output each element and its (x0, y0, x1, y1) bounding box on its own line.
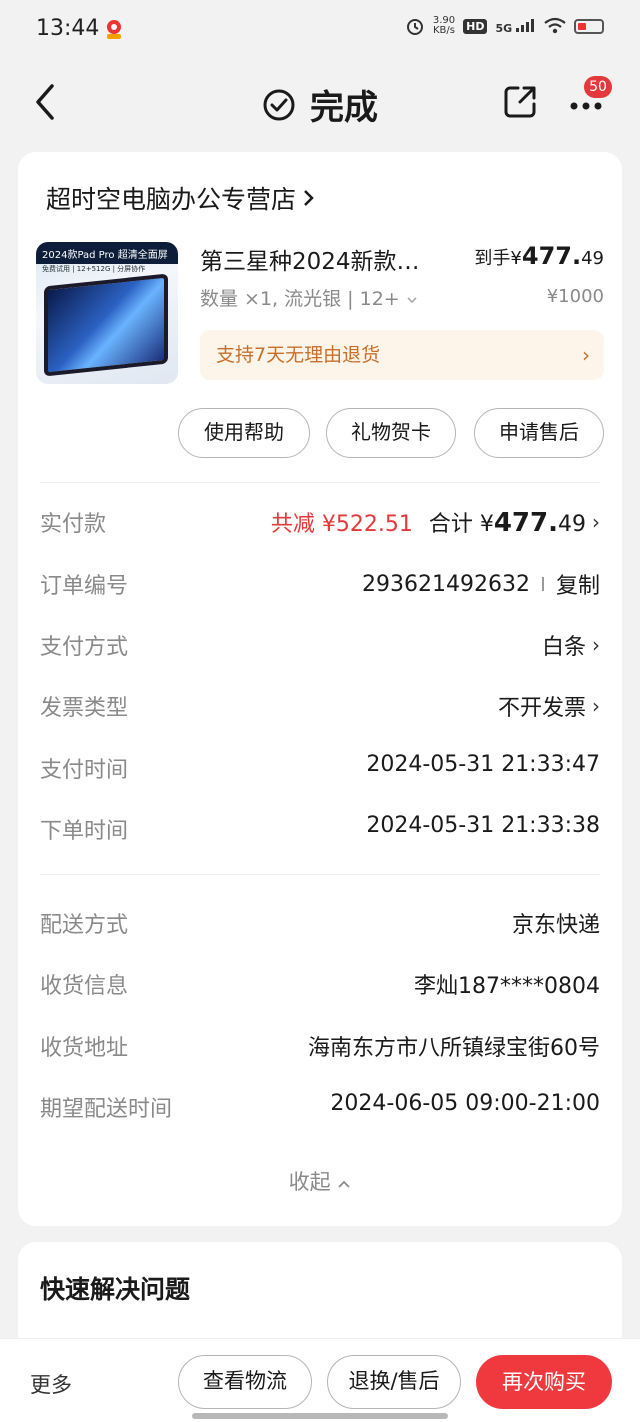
collapse-button[interactable]: 收起 (18, 1166, 622, 1196)
chevron-right-icon: › (592, 694, 600, 718)
product-spec[interactable]: 数量 ×1, 流光银 | 12+ (200, 284, 418, 311)
gift-card-button[interactable]: 礼物贺卡 (326, 408, 456, 458)
order-number: 293621492632 (362, 571, 530, 597)
total-amount: 合计 ¥477.49 (428, 508, 586, 538)
address: 海南东方市八所镇绿宝街60号 (308, 1036, 600, 1061)
receiver-info: 李灿187****0804 (414, 974, 600, 999)
page-title-text: 完成 (310, 88, 378, 128)
expected-delivery-time: 2024-06-05 09:00-21:00 (330, 1091, 600, 1116)
chevron-right-icon: › (592, 633, 600, 657)
chevron-down-icon (407, 297, 417, 304)
app-notification-icon (107, 20, 121, 39)
buy-again-button[interactable]: 再次购买 (476, 1355, 612, 1409)
delivery-method-row: 配送方式 京东快递 (40, 901, 600, 941)
product-title[interactable]: 第三星种2024新款… (200, 242, 440, 276)
quick-solve-title: 快速解决问题 (40, 1275, 191, 1304)
signal-icon: 5G (495, 18, 536, 35)
product-final-price: 到手¥477.49 (474, 242, 604, 270)
alarm-icon (406, 19, 423, 35)
address-row: 收货地址 海南东方市八所镇绿宝街60号 (40, 1024, 600, 1064)
invoice-type: 不开发票 (497, 696, 586, 721)
delivery-method: 京东快递 (511, 913, 600, 938)
help-button[interactable]: 使用帮助 (178, 408, 310, 458)
receiver-info-row: 收货信息 李灿187****0804 (40, 962, 600, 1002)
shop-name-link[interactable]: 超时空电脑办公专营店 (46, 180, 316, 216)
page-title: 完成 (0, 80, 640, 129)
after-sales-button[interactable]: 申请售后 (474, 408, 604, 458)
wifi-icon (544, 17, 566, 34)
chevron-right-icon: › (592, 510, 600, 534)
paid-amount-row[interactable]: 实付款 共减 ¥522.51 合计 ¥477.49 › (40, 500, 600, 540)
chevron-right-icon: › (582, 343, 590, 367)
share-icon[interactable] (500, 82, 540, 122)
hd-icon: HD (463, 18, 488, 34)
return-policy-banner[interactable]: 支持7天无理由退货 › (200, 330, 604, 380)
chevron-right-icon (304, 190, 314, 206)
chevron-up-icon (338, 1180, 350, 1188)
status-bar: 13:44 3.90 KB/s HD 5G (0, 0, 640, 60)
tablet-screen (44, 273, 168, 377)
order-number-row: 订单编号 293621492632 复制 (40, 562, 600, 602)
shop-name: 超时空电脑办公专营店 (46, 185, 297, 214)
separator (541, 577, 544, 591)
payment-time: 2024-05-31 21:33:47 (366, 752, 600, 777)
return-exchange-button[interactable]: 退换/售后 (327, 1355, 461, 1409)
status-time: 13:44 (36, 16, 100, 41)
message-count-badge: 50 (584, 76, 612, 98)
divider (40, 874, 600, 875)
view-logistics-button[interactable]: 查看物流 (178, 1355, 312, 1409)
discount-amount: 共减 ¥522.51 (270, 512, 413, 537)
check-circle-icon (263, 89, 295, 120)
payment-method-row[interactable]: 支付方式 白条 › (40, 623, 600, 663)
order-time-row: 下单时间 2024-05-31 21:33:38 (40, 813, 600, 844)
status-icons: 3.90 KB/s HD 5G (405, 16, 604, 36)
copy-button[interactable]: 复制 (556, 568, 600, 600)
order-card: 超时空电脑办公专营店 2024款Pad Pro 超清全面屏 免费试用 | 12+… (18, 152, 622, 1226)
battery-icon (574, 18, 604, 34)
original-price: ¥1000 (546, 286, 604, 307)
payment-method: 白条 (541, 635, 586, 660)
divider (40, 482, 600, 483)
net-speed: 3.90 KB/s (432, 15, 456, 36)
home-indicator[interactable] (192, 1413, 448, 1419)
bottom-action-bar: 更多 查看物流 退换/售后 再次购买 (0, 1338, 640, 1422)
order-time: 2024-05-31 21:33:38 (366, 813, 600, 838)
product-image[interactable]: 2024款Pad Pro 超清全面屏 免费试用 | 12+512G | 分屏协作 (36, 242, 178, 384)
more-button[interactable]: 更多 (30, 1369, 72, 1399)
payment-time-row: 支付时间 2024-05-31 21:33:47 (40, 752, 600, 783)
return-policy-text: 支持7天无理由退货 (216, 344, 381, 366)
invoice-type-row[interactable]: 发票类型 不开发票 › (40, 684, 600, 724)
product-image-tag: 2024款Pad Pro 超清全面屏 (36, 242, 178, 264)
nav-bar: 完成 (0, 62, 640, 142)
expected-delivery-row: 期望配送时间 2024-06-05 09:00-21:00 (40, 1091, 600, 1122)
